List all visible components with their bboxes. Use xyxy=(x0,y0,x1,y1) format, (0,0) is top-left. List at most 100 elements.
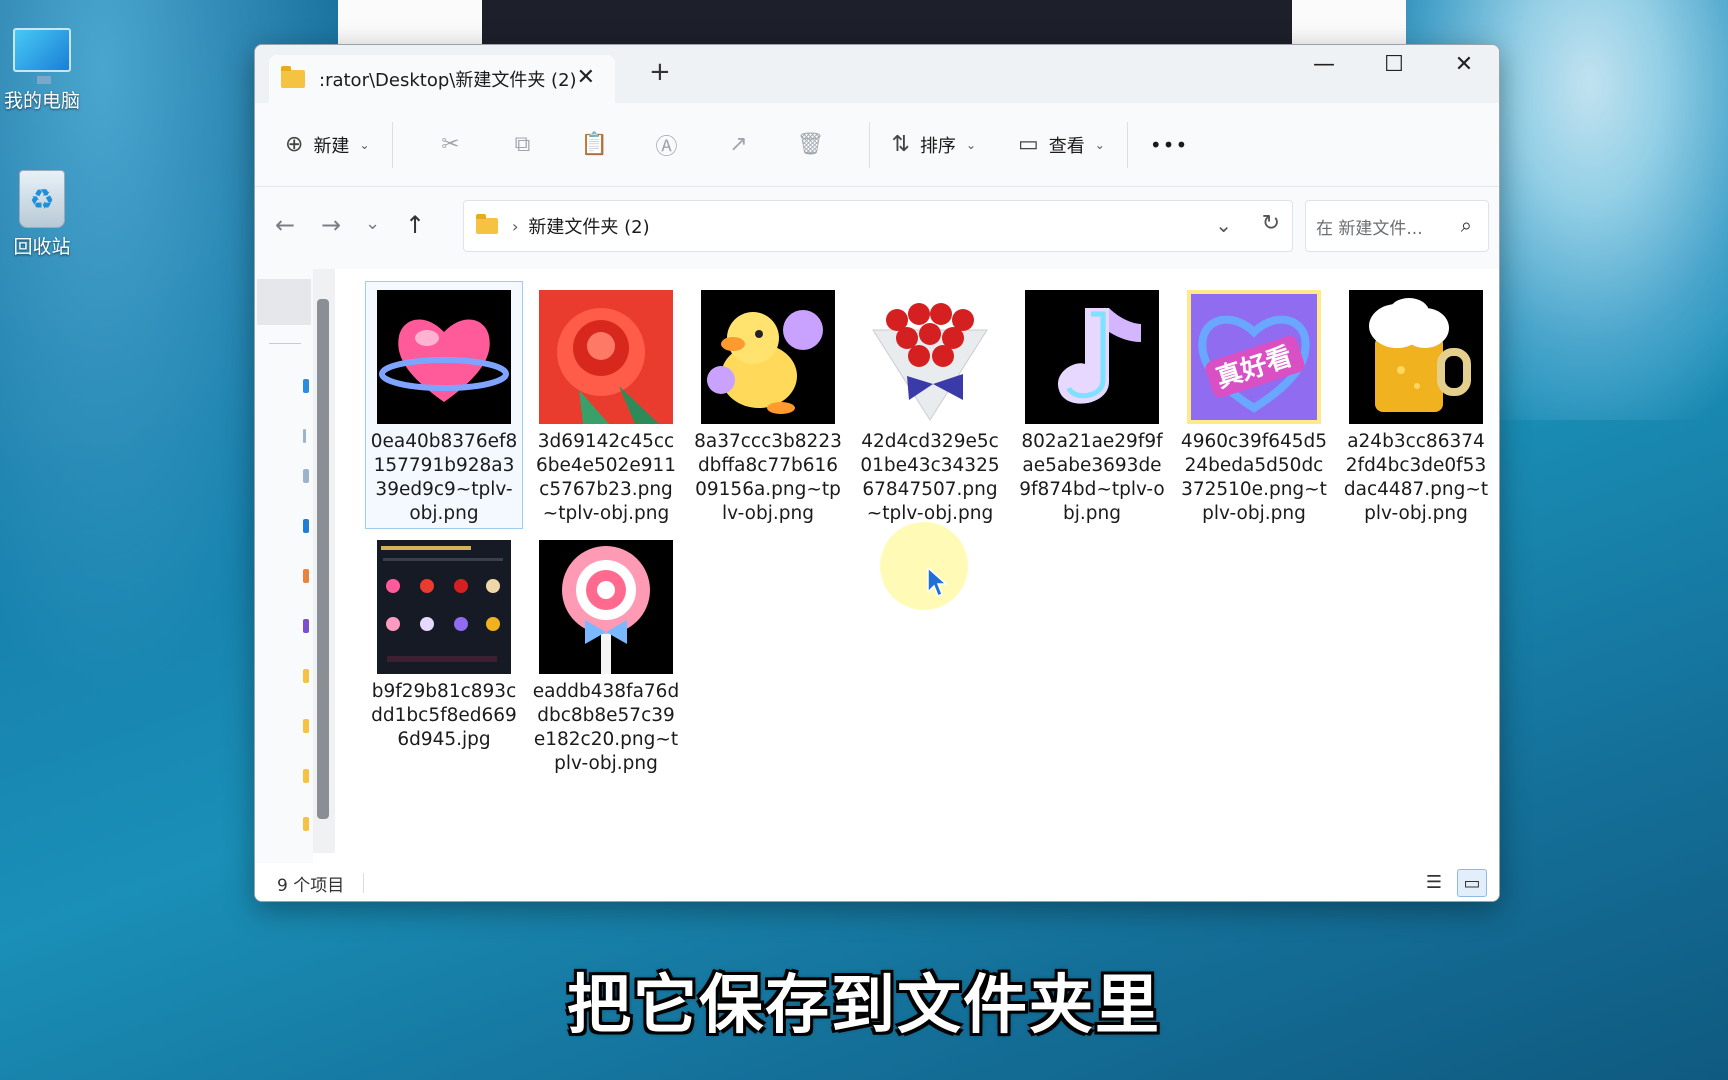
breadcrumb-separator-icon: › xyxy=(512,216,519,236)
new-button[interactable]: ⊕ 新建 ⌄ xyxy=(285,132,370,158)
chevron-down-icon: ⌄ xyxy=(965,137,976,152)
nav-scrollbar-thumb[interactable] xyxy=(317,299,329,819)
file-name: b9f29b81c893cdd1bc5f8ed6696d945.jpg xyxy=(371,681,517,750)
file-name: 4960c39f645d524beda5d50dc372510e.png~tpl… xyxy=(1180,431,1328,524)
file-item[interactable]: 3d69142c45cc6be4e502e911c5767b23.png~tpl… xyxy=(527,281,685,529)
sort-arrows-icon: ⇅ xyxy=(891,132,910,157)
large-icons-view-icon[interactable]: ▭ xyxy=(1457,869,1487,897)
toolbar-divider xyxy=(868,121,870,168)
search-input[interactable]: 在 新建文件... ⌕ xyxy=(1305,200,1489,252)
tab-current-folder[interactable]: :rator\Desktop\新建文件夹 (2) ✕ xyxy=(269,55,615,103)
view-icon: ▭ xyxy=(1018,132,1039,157)
nav-item-icon[interactable] xyxy=(303,469,309,483)
video-subtitle: 把它保存到文件夹里 xyxy=(567,969,1161,1043)
new-tab-button[interactable]: + xyxy=(649,57,671,87)
refresh-icon[interactable]: ↻ xyxy=(1262,211,1280,236)
nav-item-icon[interactable] xyxy=(303,519,309,533)
desktop-icon-label: 回收站 xyxy=(13,236,71,258)
file-item[interactable]: 真好看 4960c39f645d524beda5d50dc372510e.png… xyxy=(1175,281,1333,529)
plus-circle-icon: ⊕ xyxy=(285,132,304,157)
close-tab-icon[interactable]: ✕ xyxy=(577,65,595,90)
command-bar: ⊕ 新建 ⌄ ✂ ⧉ 📋 Ⓐ ↗ 🗑 ⇅ 排序 ⌄ ▭ 查看 ⌄ ••• xyxy=(255,103,1499,187)
recent-locations-chevron-icon[interactable]: ⌄ xyxy=(365,213,380,234)
nav-item-icon[interactable] xyxy=(303,569,309,583)
up-arrow-icon[interactable]: ↑ xyxy=(405,211,425,239)
item-count: 9 个项目 xyxy=(277,876,345,896)
copy-icon[interactable]: ⧉ xyxy=(487,132,559,157)
cut-icon[interactable]: ✂ xyxy=(415,132,487,157)
minimize-button[interactable]: — xyxy=(1289,45,1359,89)
thumbnail-lollipop-icon xyxy=(539,540,673,674)
more-options-button[interactable]: ••• xyxy=(1150,133,1188,157)
sort-button[interactable]: ⇅ 排序 ⌄ xyxy=(892,132,977,158)
title-bar: :rator\Desktop\新建文件夹 (2) ✕ + — ☐ ✕ xyxy=(255,45,1499,103)
view-button[interactable]: ▭ 查看 ⌄ xyxy=(1018,132,1105,158)
nav-item-icon[interactable] xyxy=(303,817,309,831)
mouse-pointer-icon xyxy=(927,566,948,598)
file-name: 0ea40b8376ef8157791b928a339ed9c9~tplv-ob… xyxy=(370,431,518,524)
file-name: 8a37ccc3b8223dbffa8c77b61609156a.png~tpl… xyxy=(694,431,842,524)
maximize-button[interactable]: ☐ xyxy=(1359,45,1429,89)
address-bar-row: ← → ⌄ ↑ › 新建文件夹 (2) ⌄ ↻ 在 新建文件... ⌕ xyxy=(255,187,1499,269)
details-view-icon[interactable]: ☰ xyxy=(1419,869,1449,897)
back-arrow-icon[interactable]: ← xyxy=(275,211,295,239)
search-placeholder: 在 新建文件... xyxy=(1316,218,1423,239)
rename-icon[interactable]: Ⓐ xyxy=(631,129,703,161)
file-name: a24b3cc863742fd4bc3de0f53dac4487.png~tpl… xyxy=(1343,431,1489,524)
toolbar-divider xyxy=(1126,121,1128,168)
delete-icon[interactable]: 🗑 xyxy=(775,132,847,157)
nav-item-icon[interactable] xyxy=(303,429,306,443)
desktop-icon-label: 我的电脑 xyxy=(3,90,80,112)
monitor-icon xyxy=(13,28,71,84)
file-item[interactable]: b9f29b81c893cdd1bc5f8ed6696d945.jpg xyxy=(365,531,523,779)
search-icon[interactable]: ⌕ xyxy=(1461,213,1472,237)
navigation-pane xyxy=(255,269,313,901)
thumbnail-bouquet-icon xyxy=(863,290,997,424)
toolbar-divider xyxy=(391,121,393,168)
status-bar: 9 个项目 ☰ ▭ xyxy=(255,863,1499,901)
nav-item-icon[interactable] xyxy=(303,669,309,683)
file-name: 42d4cd329e5c01be43c3432567847507.png~tpl… xyxy=(860,431,1000,524)
desktop-icon-recycle-bin[interactable]: ♻ 回收站 xyxy=(0,170,84,259)
sort-label: 排序 xyxy=(919,135,956,157)
close-window-button[interactable]: ✕ xyxy=(1429,45,1499,89)
file-item[interactable]: a24b3cc863742fd4bc3de0f53dac4487.png~tpl… xyxy=(1337,281,1495,529)
thumbnail-music-note-icon xyxy=(1025,290,1159,424)
nav-selected-item[interactable] xyxy=(257,279,311,325)
thumbnail-beer-icon xyxy=(1349,290,1483,424)
file-name: eaddb438fa76ddbc8b8e57c39e182c20.png~tpl… xyxy=(532,681,680,774)
file-item[interactable]: 42d4cd329e5c01be43c3432567847507.png~tpl… xyxy=(851,281,1009,529)
file-name: 3d69142c45cc6be4e502e911c5767b23.png~tpl… xyxy=(535,431,677,524)
cursor-highlight xyxy=(880,522,968,610)
thumbnail-heart-icon xyxy=(377,290,511,424)
forward-arrow-icon[interactable]: → xyxy=(321,211,341,239)
folder-icon xyxy=(476,214,498,234)
recycle-bin-icon: ♻ xyxy=(19,170,65,228)
nav-item-icon[interactable] xyxy=(303,619,309,633)
desktop-icon-this-pc[interactable]: 我的电脑 xyxy=(0,28,84,113)
thumbnail-screenshot-icon xyxy=(377,540,511,674)
share-icon[interactable]: ↗ xyxy=(703,132,775,157)
breadcrumb-folder[interactable]: 新建文件夹 (2) xyxy=(528,213,649,239)
file-item[interactable]: 802a21ae29f9fae5abe3693de9f874bd~tplv-ob… xyxy=(1013,281,1171,529)
new-label: 新建 xyxy=(313,135,350,157)
chevron-down-icon: ⌄ xyxy=(359,137,370,152)
nav-item-icon[interactable] xyxy=(303,379,309,393)
tab-title: :rator\Desktop\新建文件夹 (2) xyxy=(319,70,577,91)
thumbnail-zhenhaokan-icon: 真好看 xyxy=(1187,290,1321,424)
address-bar[interactable]: › 新建文件夹 (2) ⌄ ↻ xyxy=(463,200,1293,252)
nav-item-icon[interactable] xyxy=(303,769,309,783)
thumbnail-duck-icon xyxy=(701,290,835,424)
address-dropdown-icon[interactable]: ⌄ xyxy=(1215,213,1232,237)
file-name: 802a21ae29f9fae5abe3693de9f874bd~tplv-ob… xyxy=(1019,431,1165,524)
view-label: 查看 xyxy=(1048,135,1085,157)
paste-icon[interactable]: 📋 xyxy=(559,132,631,157)
content-area: 0ea40b8376ef8157791b928a339ed9c9~tplv-ob… xyxy=(255,269,1499,901)
nav-item-icon[interactable] xyxy=(303,719,309,733)
file-item[interactable]: 8a37ccc3b8223dbffa8c77b61609156a.png~tpl… xyxy=(689,281,847,529)
chevron-down-icon: ⌄ xyxy=(1094,137,1105,152)
folder-icon xyxy=(281,66,305,88)
thumbnail-rose-icon xyxy=(539,290,673,424)
file-item[interactable]: eaddb438fa76ddbc8b8e57c39e182c20.png~tpl… xyxy=(527,531,685,779)
file-item[interactable]: 0ea40b8376ef8157791b928a339ed9c9~tplv-ob… xyxy=(365,281,523,529)
